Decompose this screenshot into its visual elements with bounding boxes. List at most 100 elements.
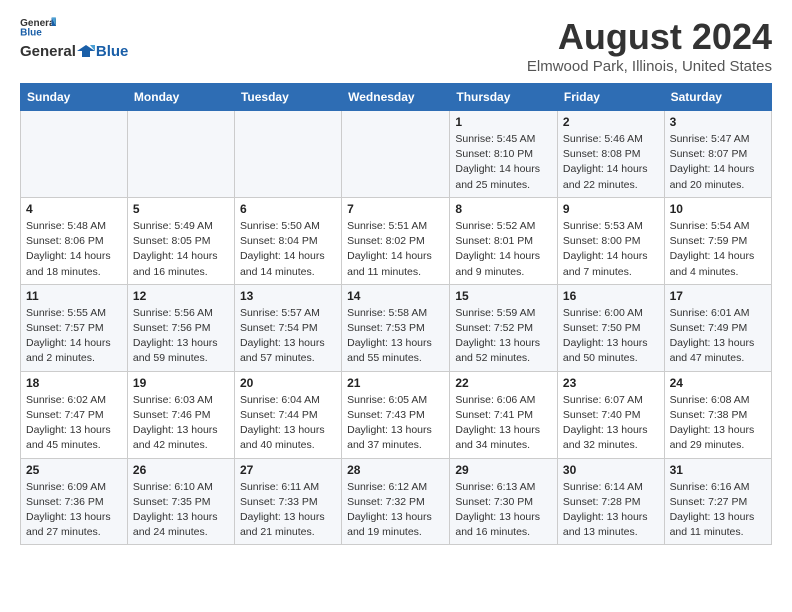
day-number: 14	[347, 289, 444, 303]
day-info: Sunrise: 6:01 AM Sunset: 7:49 PM Dayligh…	[670, 306, 766, 367]
day-cell: 7 Sunrise: 5:51 AM Sunset: 8:02 PM Daylig…	[342, 197, 450, 284]
day-number: 26	[133, 463, 229, 477]
day-number: 27	[240, 463, 336, 477]
day-cell: 27 Sunrise: 6:11 AM Sunset: 7:33 PM Dayli…	[234, 458, 341, 545]
weekday-header-thursday: Thursday	[450, 84, 558, 111]
day-cell: 5Sunrise: 5:49 AM Sunset: 8:05 PM Daylig…	[127, 197, 234, 284]
day-number: 8	[455, 202, 552, 216]
day-number: 20	[240, 376, 336, 390]
day-number: 15	[455, 289, 552, 303]
day-cell	[127, 111, 234, 198]
day-info: Sunrise: 5:57 AM Sunset: 7:54 PM Dayligh…	[240, 306, 336, 367]
day-info: Sunrise: 6:00 AM Sunset: 7:50 PM Dayligh…	[563, 306, 659, 367]
title-area: August 2024 Elmwood Park, Illinois, Unit…	[527, 16, 772, 75]
day-info: Sunrise: 6:03 AM Sunset: 7:46 PM Dayligh…	[133, 393, 229, 454]
day-cell: 11 Sunrise: 5:55 AM Sunset: 7:57 PM Dayli…	[21, 284, 128, 371]
day-info: Sunrise: 6:11 AM Sunset: 7:33 PM Dayligh…	[240, 480, 336, 541]
day-cell: 18Sunrise: 6:02 AM Sunset: 7:47 PM Dayli…	[21, 371, 128, 458]
week-row-5: 25 Sunrise: 6:09 AM Sunset: 7:36 PM Dayli…	[21, 458, 772, 545]
day-info: Sunrise: 6:08 AM Sunset: 7:38 PM Dayligh…	[670, 393, 766, 454]
day-info: Sunrise: 6:10 AM Sunset: 7:35 PM Dayligh…	[133, 480, 229, 541]
day-cell: 21 Sunrise: 6:05 AM Sunset: 7:43 PM Dayli…	[342, 371, 450, 458]
day-cell: 26 Sunrise: 6:10 AM Sunset: 7:35 PM Dayli…	[127, 458, 234, 545]
day-info: Sunrise: 5:46 AM Sunset: 8:08 PM Dayligh…	[563, 132, 659, 193]
day-cell: 10 Sunrise: 5:54 AM Sunset: 7:59 PM Dayli…	[664, 197, 771, 284]
day-cell: 25 Sunrise: 6:09 AM Sunset: 7:36 PM Dayli…	[21, 458, 128, 545]
week-row-4: 18Sunrise: 6:02 AM Sunset: 7:47 PM Dayli…	[21, 371, 772, 458]
day-info: Sunrise: 6:14 AM Sunset: 7:28 PM Dayligh…	[563, 480, 659, 541]
day-info: Sunrise: 5:51 AM Sunset: 8:02 PM Dayligh…	[347, 219, 444, 280]
day-cell: 28Sunrise: 6:12 AM Sunset: 7:32 PM Dayli…	[342, 458, 450, 545]
day-info: Sunrise: 5:49 AM Sunset: 8:05 PM Dayligh…	[133, 219, 229, 280]
svg-text:Blue: Blue	[20, 27, 42, 36]
day-info: Sunrise: 5:47 AM Sunset: 8:07 PM Dayligh…	[670, 132, 766, 193]
logo-icon: General Blue	[20, 16, 56, 36]
day-number: 6	[240, 202, 336, 216]
day-number: 4	[26, 202, 122, 216]
day-cell: 15 Sunrise: 5:59 AM Sunset: 7:52 PM Dayli…	[450, 284, 558, 371]
day-number: 30	[563, 463, 659, 477]
day-number: 10	[670, 202, 766, 216]
weekday-header-saturday: Saturday	[664, 84, 771, 111]
day-number: 3	[670, 115, 766, 129]
day-cell: 6 Sunrise: 5:50 AM Sunset: 8:04 PM Daylig…	[234, 197, 341, 284]
day-info: Sunrise: 5:59 AM Sunset: 7:52 PM Dayligh…	[455, 306, 552, 367]
day-info: Sunrise: 5:55 AM Sunset: 7:57 PM Dayligh…	[26, 306, 122, 367]
day-info: Sunrise: 6:04 AM Sunset: 7:44 PM Dayligh…	[240, 393, 336, 454]
weekday-header-tuesday: Tuesday	[234, 84, 341, 111]
weekday-header-wednesday: Wednesday	[342, 84, 450, 111]
logo: General Blue General Blue	[20, 16, 128, 60]
day-number: 21	[347, 376, 444, 390]
day-number: 2	[563, 115, 659, 129]
day-cell: 9 Sunrise: 5:53 AM Sunset: 8:00 PM Daylig…	[557, 197, 664, 284]
day-cell: 3 Sunrise: 5:47 AM Sunset: 8:07 PM Daylig…	[664, 111, 771, 198]
day-number: 17	[670, 289, 766, 303]
day-info: Sunrise: 5:54 AM Sunset: 7:59 PM Dayligh…	[670, 219, 766, 280]
day-info: Sunrise: 6:07 AM Sunset: 7:40 PM Dayligh…	[563, 393, 659, 454]
day-number: 18	[26, 376, 122, 390]
day-cell: 14 Sunrise: 5:58 AM Sunset: 7:53 PM Dayli…	[342, 284, 450, 371]
day-cell: 13 Sunrise: 5:57 AM Sunset: 7:54 PM Dayli…	[234, 284, 341, 371]
page-header: General Blue General Blue August 2024 El…	[20, 16, 772, 75]
day-cell: 20 Sunrise: 6:04 AM Sunset: 7:44 PM Dayli…	[234, 371, 341, 458]
location-title: Elmwood Park, Illinois, United States	[527, 58, 772, 75]
day-info: Sunrise: 6:09 AM Sunset: 7:36 PM Dayligh…	[26, 480, 122, 541]
weekday-header-monday: Monday	[127, 84, 234, 111]
day-info: Sunrise: 5:53 AM Sunset: 8:00 PM Dayligh…	[563, 219, 659, 280]
day-number: 11	[26, 289, 122, 303]
day-number: 24	[670, 376, 766, 390]
day-number: 13	[240, 289, 336, 303]
day-cell: 31 Sunrise: 6:16 AM Sunset: 7:27 PM Dayli…	[664, 458, 771, 545]
day-info: Sunrise: 6:16 AM Sunset: 7:27 PM Dayligh…	[670, 480, 766, 541]
day-number: 19	[133, 376, 229, 390]
day-cell: 16 Sunrise: 6:00 AM Sunset: 7:50 PM Dayli…	[557, 284, 664, 371]
day-cell: 12Sunrise: 5:56 AM Sunset: 7:56 PM Dayli…	[127, 284, 234, 371]
logo-bird	[77, 42, 95, 60]
day-cell: 8Sunrise: 5:52 AM Sunset: 8:01 PM Daylig…	[450, 197, 558, 284]
day-info: Sunrise: 6:12 AM Sunset: 7:32 PM Dayligh…	[347, 480, 444, 541]
day-cell	[21, 111, 128, 198]
day-info: Sunrise: 5:56 AM Sunset: 7:56 PM Dayligh…	[133, 306, 229, 367]
day-number: 16	[563, 289, 659, 303]
day-number: 7	[347, 202, 444, 216]
day-cell: 17 Sunrise: 6:01 AM Sunset: 7:49 PM Dayli…	[664, 284, 771, 371]
logo-text-blue: Blue	[96, 43, 129, 60]
month-title: August 2024	[527, 16, 772, 58]
day-cell: 22Sunrise: 6:06 AM Sunset: 7:41 PM Dayli…	[450, 371, 558, 458]
day-info: Sunrise: 5:45 AM Sunset: 8:10 PM Dayligh…	[455, 132, 552, 193]
day-cell	[234, 111, 341, 198]
day-cell: 30 Sunrise: 6:14 AM Sunset: 7:28 PM Dayli…	[557, 458, 664, 545]
day-cell: 19 Sunrise: 6:03 AM Sunset: 7:46 PM Dayli…	[127, 371, 234, 458]
day-number: 31	[670, 463, 766, 477]
day-info: Sunrise: 6:13 AM Sunset: 7:30 PM Dayligh…	[455, 480, 552, 541]
day-number: 9	[563, 202, 659, 216]
day-info: Sunrise: 6:05 AM Sunset: 7:43 PM Dayligh…	[347, 393, 444, 454]
logo-text-general: General	[20, 43, 76, 60]
day-cell	[342, 111, 450, 198]
weekday-header-row: SundayMondayTuesdayWednesdayThursdayFrid…	[21, 84, 772, 111]
day-cell: 24 Sunrise: 6:08 AM Sunset: 7:38 PM Dayli…	[664, 371, 771, 458]
day-number: 22	[455, 376, 552, 390]
day-info: Sunrise: 5:58 AM Sunset: 7:53 PM Dayligh…	[347, 306, 444, 367]
day-number: 25	[26, 463, 122, 477]
day-info: Sunrise: 5:50 AM Sunset: 8:04 PM Dayligh…	[240, 219, 336, 280]
